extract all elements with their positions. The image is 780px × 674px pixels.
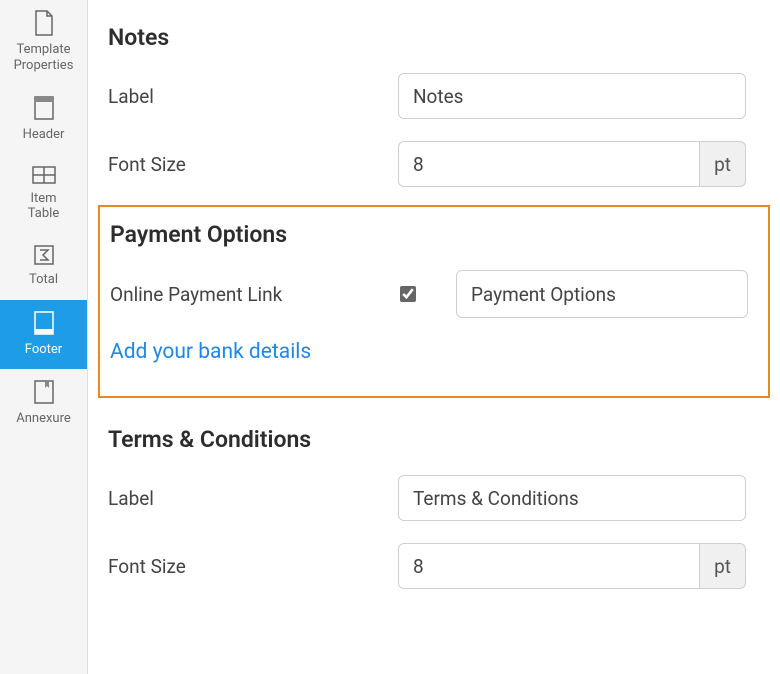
notes-label-caption: Label (108, 85, 398, 108)
footer-icon (33, 310, 55, 336)
notes-fontsize-caption: Font Size (108, 153, 398, 176)
payment-online-checkbox[interactable] (400, 286, 416, 302)
sigma-icon (33, 244, 55, 266)
payment-online-row: Online Payment Link (110, 270, 758, 318)
terms-label-input[interactable] (398, 475, 746, 521)
add-bank-details-link[interactable]: Add your bank details (110, 340, 311, 364)
sidebar-item-label: Footer (25, 342, 62, 358)
payment-bank-row: Add your bank details (110, 340, 758, 364)
notes-label-input[interactable] (398, 73, 746, 119)
section-title-payment: Payment Options (110, 221, 758, 248)
sidebar-item-label: Annexure (16, 411, 71, 427)
sidebar-item-label: Total (29, 272, 58, 288)
payment-online-caption: Online Payment Link (110, 283, 400, 306)
main-panel: Notes Label Font Size pt Payment Options… (88, 0, 780, 674)
notes-fontsize-row: Font Size pt (108, 141, 760, 187)
terms-fontsize-unit: pt (699, 543, 746, 589)
notes-fontsize-input[interactable] (398, 141, 699, 187)
payment-options-section: Payment Options Online Payment Link Add … (98, 205, 770, 398)
sidebar-item-annexure[interactable]: Annexure (0, 369, 87, 439)
sidebar-item-total[interactable]: Total (0, 234, 87, 300)
sidebar-item-label: Header (23, 127, 65, 143)
terms-fontsize-caption: Font Size (108, 555, 398, 578)
table-icon (31, 165, 57, 185)
bookmark-page-icon (33, 379, 55, 405)
header-icon (33, 95, 55, 121)
sidebar-item-header[interactable]: Header (0, 85, 87, 155)
sidebar-item-footer[interactable]: Footer (0, 300, 87, 370)
sidebar-item-item-table[interactable]: Item Table (0, 155, 87, 234)
notes-section: Notes Label Font Size pt (108, 18, 760, 205)
terms-label-caption: Label (108, 487, 398, 510)
section-title-notes: Notes (108, 24, 760, 51)
terms-fontsize-input[interactable] (398, 543, 699, 589)
sidebar-item-label: Item Table (28, 191, 59, 222)
terms-section: Terms & Conditions Label Font Size pt (108, 420, 760, 607)
sidebar-item-label: Template Properties (14, 42, 74, 73)
sidebar: Template Properties Header Item Table To… (0, 0, 88, 674)
terms-label-row: Label (108, 475, 760, 521)
notes-fontsize-unit: pt (699, 141, 746, 187)
section-title-terms: Terms & Conditions (108, 426, 760, 453)
sidebar-item-template-properties[interactable]: Template Properties (0, 0, 87, 85)
payment-online-input[interactable] (456, 270, 748, 318)
terms-fontsize-row: Font Size pt (108, 543, 760, 589)
document-icon (33, 10, 55, 36)
notes-label-row: Label (108, 73, 760, 119)
